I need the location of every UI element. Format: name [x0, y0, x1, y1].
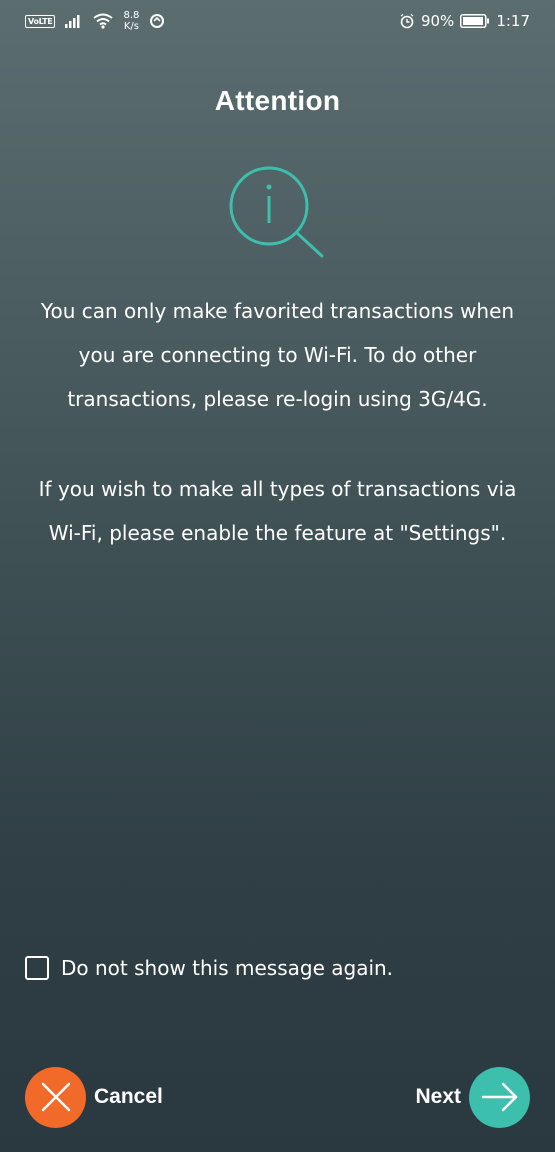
- status-bar: VoLTE 8.8 K/s 90% 1:17: [0, 0, 555, 40]
- network-speed-unit: K/s: [123, 21, 139, 32]
- do-not-show-again-option[interactable]: Do not show this message again.: [25, 956, 393, 980]
- message-paragraph-2: If you wish to make all types of transac…: [38, 477, 517, 545]
- clock-time: 1:17: [496, 12, 530, 30]
- do-not-show-again-label[interactable]: Do not show this message again.: [61, 956, 393, 980]
- alarm-icon: [400, 13, 414, 29]
- page-title: Attention: [214, 84, 341, 116]
- network-speed: 8.8 K/s: [123, 10, 139, 32]
- cancel-label[interactable]: Cancel: [94, 1085, 163, 1109]
- volte-badge: VoLTE: [25, 14, 56, 28]
- network-speed-value: 8.8: [123, 10, 140, 21]
- next-button[interactable]: Next: [415, 1066, 530, 1128]
- battery-icon: [460, 14, 490, 28]
- do-not-show-again-checkbox[interactable]: [25, 956, 49, 980]
- next-circle[interactable]: [469, 1066, 530, 1128]
- wifi-icon: [93, 13, 114, 29]
- status-bar-left: VoLTE 8.8 K/s: [25, 8, 165, 34]
- info-search-icon: [229, 166, 324, 258]
- arrow-right-icon: [481, 1082, 517, 1112]
- battery-percentage: 90%: [420, 12, 455, 30]
- cancel-circle[interactable]: [25, 1066, 86, 1128]
- status-bar-right: 90% 1:17: [399, 8, 530, 34]
- signal-icon: [65, 15, 80, 28]
- sync-icon: [150, 14, 165, 28]
- cancel-button[interactable]: Cancel: [25, 1066, 163, 1128]
- close-icon: [41, 1082, 70, 1112]
- next-label[interactable]: Next: [415, 1085, 461, 1109]
- message-paragraph-1: You can only make favorited transactions…: [40, 299, 515, 411]
